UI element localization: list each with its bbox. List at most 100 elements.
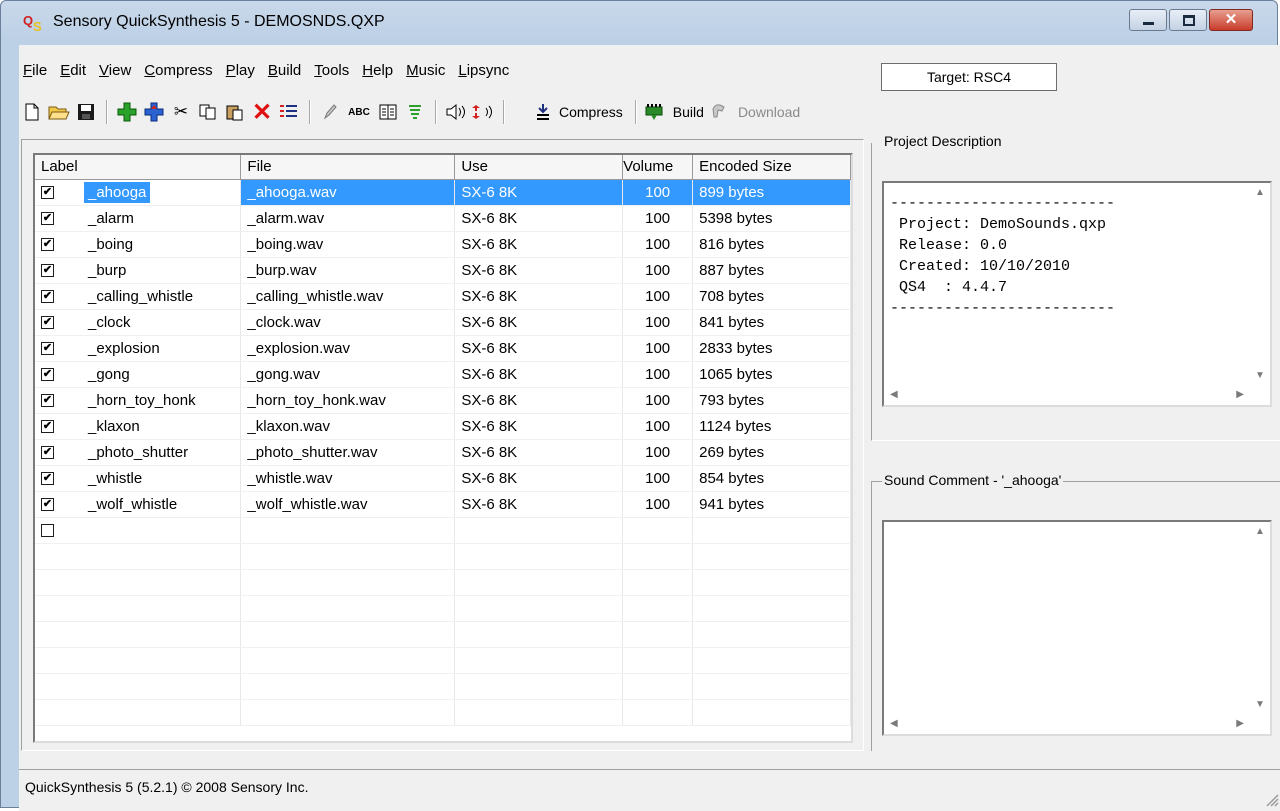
open-folder-icon[interactable] [46, 99, 72, 125]
sound-comment-memo[interactable]: ▲ ▼ ◀ ▶ [882, 520, 1272, 736]
scroll-down-icon[interactable]: ▼ [1255, 370, 1265, 381]
cell-size [692, 647, 851, 674]
title-bar[interactable]: QS Sensory QuickSynthesis 5 - DEMOSNDS.Q… [1, 1, 1277, 45]
row-checkbox[interactable]: ✔ [41, 185, 54, 199]
sound-list[interactable]: Label File Use Volume Encoded Size ✔ _ahooga _… [33, 153, 853, 743]
row-checkbox[interactable]: ✔ [41, 445, 54, 459]
row-checkbox[interactable]: ✔ [41, 367, 54, 381]
row-checkbox[interactable]: ✔ [41, 471, 54, 485]
list-properties-icon[interactable] [276, 99, 302, 125]
table-row[interactable]: ✔ _wolf_whistle _wolf_whistle.wav SX-6 8K 10… [35, 491, 851, 518]
menu-help[interactable]: Help [358, 59, 402, 83]
scroll-left-icon[interactable]: ◀ [890, 389, 898, 400]
table-row[interactable]: ✔ _explosion _explosion.wav SX-6 8K 100 2833 … [35, 335, 851, 362]
row-checkbox[interactable]: ✔ [41, 263, 54, 277]
app-logo-icon: QS [23, 13, 42, 34]
edit-pencil-icon[interactable] [317, 99, 343, 125]
row-checkbox[interactable]: ✔ [41, 497, 54, 511]
column-header-use[interactable]: Use [454, 155, 624, 180]
build-button[interactable]: Build [643, 103, 704, 121]
cell-file: _photo_shutter.wav [240, 439, 456, 466]
scroll-up-icon[interactable]: ▲ [1255, 526, 1265, 537]
table-row[interactable]: ✔ _burp _burp.wav SX-6 8K 100 887 bytes [35, 257, 851, 284]
row-checkbox[interactable]: ✔ [41, 315, 54, 329]
insert-sound-icon[interactable] [141, 99, 167, 125]
menu-compress[interactable]: Compress [140, 59, 221, 83]
table-row[interactable] [35, 621, 851, 648]
delete-icon[interactable]: ✕ [249, 99, 275, 126]
minimize-button[interactable] [1129, 9, 1167, 31]
play-sound-icon[interactable] [443, 99, 469, 125]
copy-icon[interactable] [195, 99, 221, 125]
menu-edit[interactable]: Edit [56, 59, 95, 83]
menu-play[interactable]: Play [222, 59, 264, 83]
table-row[interactable] [35, 699, 851, 726]
cell-label: ✔ _wolf_whistle [35, 491, 242, 518]
compress-button[interactable]: Compress [535, 103, 623, 121]
add-sound-icon[interactable] [114, 99, 140, 125]
table-row[interactable]: ✔ _gong _gong.wav SX-6 8K 100 1065 bytes [35, 361, 851, 388]
column-header-file[interactable]: File [240, 155, 456, 180]
row-checkbox[interactable]: ✔ [41, 419, 54, 433]
row-label: _calling_whistle [88, 287, 194, 305]
scroll-right-icon[interactable]: ▶ [1236, 389, 1244, 400]
sound-comment-vscroll[interactable]: ▲ ▼ [1250, 522, 1270, 714]
resize-grip-icon[interactable] [1265, 793, 1279, 807]
cell-file: _ahooga.wav [240, 179, 456, 206]
row-checkbox[interactable]: ✔ [41, 393, 54, 407]
cell-label [35, 569, 242, 596]
scroll-left-icon[interactable]: ◀ [890, 718, 898, 729]
row-checkbox[interactable] [41, 523, 54, 537]
paste-icon[interactable] [222, 99, 248, 125]
column-header-encoded-size[interactable]: Encoded Size [692, 155, 851, 180]
target-field[interactable]: Target: RSC4 [881, 63, 1057, 91]
spell-check-icon[interactable]: ABC [344, 99, 374, 125]
cell-size [692, 621, 851, 648]
row-checkbox[interactable]: ✔ [41, 289, 54, 303]
row-checkbox[interactable]: ✔ [41, 211, 54, 225]
table-row[interactable] [35, 543, 851, 570]
table-row[interactable] [35, 595, 851, 622]
row-checkbox[interactable]: ✔ [41, 341, 54, 355]
download-button[interactable]: Download [710, 103, 800, 121]
sound-table: Label File Use Volume Encoded Size ✔ _ahooga _… [35, 155, 851, 726]
scroll-down-icon[interactable]: ▼ [1255, 699, 1265, 710]
columns-view-icon[interactable] [375, 99, 401, 125]
table-row[interactable] [35, 517, 851, 544]
cut-icon[interactable]: ✂ [168, 99, 194, 125]
row-checkbox[interactable]: ✔ [41, 237, 54, 251]
new-file-icon[interactable] [19, 99, 45, 125]
table-row[interactable]: ✔ _horn_toy_honk _horn_toy_honk.wav SX-6 8K… [35, 387, 851, 414]
column-header-volume[interactable]: Volume [622, 155, 694, 180]
table-row[interactable]: ✔ _photo_shutter _photo_shutter.wav SX-6 8K… [35, 439, 851, 466]
sound-comment-hscroll[interactable]: ◀ ▶ [884, 714, 1250, 734]
table-row[interactable]: ✔ _clock _clock.wav SX-6 8K 100 841 bytes [35, 309, 851, 336]
table-row[interactable] [35, 647, 851, 674]
menu-tools[interactable]: Tools [310, 59, 358, 83]
menu-build[interactable]: Build [264, 59, 310, 83]
table-row[interactable]: ✔ _whistle _whistle.wav SX-6 8K 100 854 bytes [35, 465, 851, 492]
column-header-label[interactable]: Label [35, 155, 242, 180]
table-row[interactable]: ✔ _boing _boing.wav SX-6 8K 100 816 bytes [35, 231, 851, 258]
scroll-up-icon[interactable]: ▲ [1255, 187, 1265, 198]
table-row[interactable]: ✔ _ahooga _ahooga.wav SX-6 8K 100 899 bytes [35, 179, 851, 206]
table-row[interactable] [35, 673, 851, 700]
menu-music[interactable]: Music [402, 59, 454, 83]
maximize-button[interactable] [1169, 9, 1207, 31]
save-icon[interactable] [73, 99, 99, 125]
project-description-memo[interactable]: ------------------------- Project: DemoS… [882, 181, 1272, 407]
volume-levels-icon[interactable] [402, 99, 428, 125]
table-row[interactable]: ✔ _klaxon _klaxon.wav SX-6 8K 100 1124 bytes [35, 413, 851, 440]
table-row[interactable] [35, 569, 851, 596]
project-description-hscroll[interactable]: ◀ ▶ [884, 385, 1250, 405]
menu-file[interactable]: File [19, 59, 56, 83]
cell-volume: 100 [622, 387, 694, 414]
table-row[interactable]: ✔ _alarm _alarm.wav SX-6 8K 100 5398 bytes [35, 205, 851, 232]
table-row[interactable]: ✔ _calling_whistle _calling_whistle.wav SX-… [35, 283, 851, 310]
project-description-vscroll[interactable]: ▲ ▼ [1250, 183, 1270, 385]
play-compressed-icon[interactable] [470, 99, 496, 125]
menu-view[interactable]: View [95, 59, 140, 83]
close-button[interactable]: ✕ [1209, 9, 1253, 31]
scroll-right-icon[interactable]: ▶ [1236, 718, 1244, 729]
menu-lipsync[interactable]: Lipsync [454, 59, 518, 83]
